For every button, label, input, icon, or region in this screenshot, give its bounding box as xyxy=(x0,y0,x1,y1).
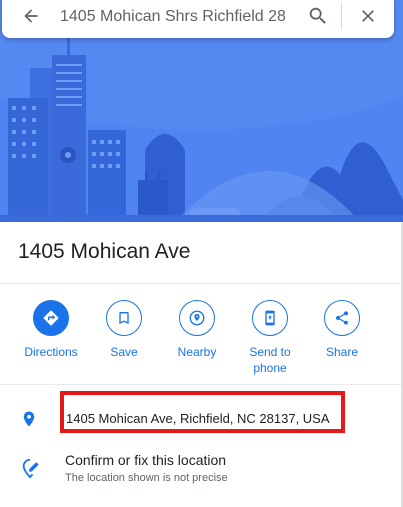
share-label: Share xyxy=(325,345,359,359)
action-row: Directions Save Nearby Send to phone Sha… xyxy=(0,300,403,380)
arrow-back-icon xyxy=(24,9,38,23)
save-circle[interactable] xyxy=(106,300,142,336)
divider xyxy=(0,283,403,284)
nearby-button[interactable]: Nearby xyxy=(160,300,234,360)
search-icon xyxy=(309,7,326,24)
close-icon xyxy=(362,10,374,22)
back-button[interactable] xyxy=(2,0,60,38)
divider xyxy=(0,384,403,385)
send-to-phone-icon xyxy=(265,310,275,326)
send-to-phone-label: Send to phone xyxy=(249,345,291,375)
directions-label: Directions xyxy=(24,345,78,359)
send-to-phone-circle[interactable] xyxy=(252,300,288,336)
directions-icon xyxy=(43,310,59,326)
bookmark-icon xyxy=(119,312,129,324)
close-button[interactable] xyxy=(342,0,394,38)
confirm-location-link[interactable]: Confirm or fix this location xyxy=(65,452,226,468)
save-button[interactable]: Save xyxy=(87,300,161,360)
send-to-phone-button[interactable]: Send to phone xyxy=(233,300,307,376)
edit-location-icon xyxy=(20,457,42,484)
search-input[interactable]: 1405 Mohican Shrs Richfield 28 xyxy=(60,6,295,26)
place-title: 1405 Mohican Ave xyxy=(18,240,191,263)
nearby-icon xyxy=(189,310,205,326)
directions-circle[interactable] xyxy=(33,300,69,336)
nearby-circle[interactable] xyxy=(179,300,215,336)
address-text: 1405 Mohican Ave, Richfield, NC 28137, U… xyxy=(66,411,330,426)
nearby-label: Nearby xyxy=(177,345,217,359)
address-row[interactable]: 1405 Mohican Ave, Richfield, NC 28137, U… xyxy=(0,391,403,444)
search-bar: 1405 Mohican Shrs Richfield 28 xyxy=(2,0,394,38)
confirm-location-subtitle: The location shown is not precise xyxy=(65,472,228,484)
directions-button[interactable]: Directions xyxy=(14,300,88,360)
location-pin-icon xyxy=(20,408,38,435)
share-icon xyxy=(335,311,348,325)
search-button[interactable] xyxy=(295,0,341,38)
save-label: Save xyxy=(110,345,138,359)
share-circle[interactable] xyxy=(324,300,360,336)
share-button[interactable]: Share xyxy=(305,300,379,360)
